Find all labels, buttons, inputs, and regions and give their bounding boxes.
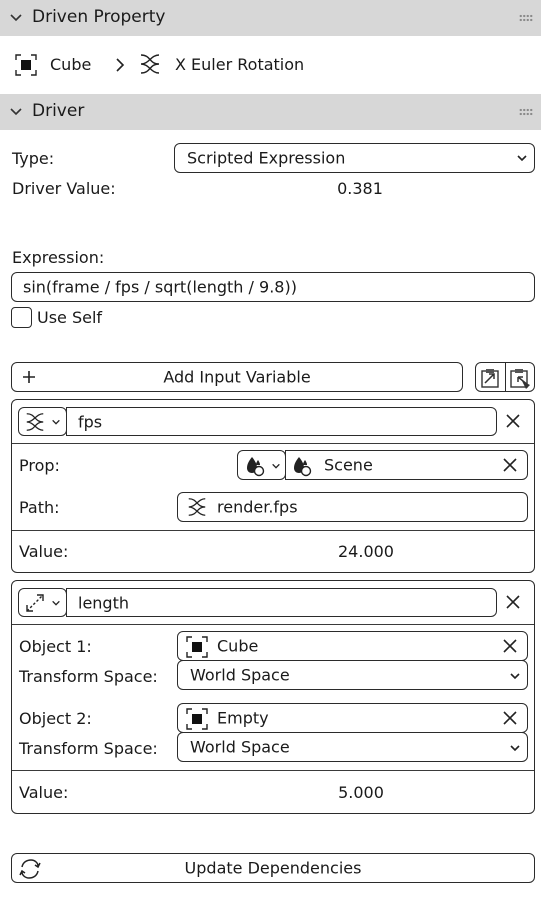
type-label: Type: (12, 149, 55, 168)
close-icon[interactable] (506, 595, 520, 609)
object-cube-icon (186, 636, 208, 658)
driver-type-select[interactable]: Scripted Expression (174, 143, 535, 173)
object2-field[interactable]: Empty (177, 703, 528, 733)
id-type-select[interactable] (237, 450, 286, 480)
scene-icon (244, 455, 266, 477)
driver-curve-icon (186, 496, 208, 518)
path-label: Path: (19, 498, 60, 517)
object2-label: Object 2: (19, 709, 92, 728)
path-value: render.fps (217, 497, 298, 517)
divider (12, 530, 534, 531)
prop-id-value: Scene (324, 455, 373, 475)
object-cube-icon (15, 54, 37, 76)
use-self-checkbox[interactable] (11, 307, 32, 328)
panel-title: Driven Property (32, 7, 166, 27)
variable-type-select[interactable] (18, 588, 67, 617)
driver-panel-header[interactable]: Driver (0, 94, 541, 130)
use-self-label: Use Self (37, 308, 103, 327)
transform-space-value: World Space (190, 737, 290, 757)
close-icon[interactable] (506, 414, 520, 428)
copy-paste-group (475, 362, 535, 392)
transform-space-select[interactable]: World Space (177, 660, 528, 690)
driver-curve-icon (24, 411, 46, 433)
chevron-down-icon (271, 461, 281, 471)
chevron-down-icon (509, 670, 521, 682)
variable-value: 5.000 (338, 783, 384, 802)
driven-property-panel-header[interactable]: Driven Property (0, 0, 541, 36)
variable-name: length (78, 593, 129, 612)
object2-value: Empty (217, 708, 269, 728)
divider (12, 770, 534, 771)
panel-title: Driver (32, 101, 85, 121)
driver-value: 0.381 (337, 179, 383, 198)
close-icon[interactable] (503, 458, 517, 472)
variable-type-select[interactable] (18, 407, 67, 436)
expression-text: sin(frame / fps / sqrt(length / 9.8)) (23, 277, 297, 297)
update-dependencies-label: Update Dependencies (184, 858, 362, 878)
close-icon[interactable] (503, 711, 517, 725)
value-label: Value: (19, 542, 69, 561)
object1-field[interactable]: Cube (177, 631, 528, 661)
transform-space-label: Transform Space: (19, 667, 158, 686)
path-input[interactable]: render.fps (177, 492, 528, 522)
chevron-down-icon (8, 10, 24, 26)
chevron-down-icon (516, 152, 528, 164)
driver-curve-icon (139, 52, 161, 76)
add-input-variable-label: Add Input Variable (163, 367, 311, 387)
transform-space-label: Transform Space: (19, 739, 158, 758)
divider (12, 624, 534, 625)
drag-grip-icon[interactable] (519, 14, 533, 22)
object-cube-icon (186, 708, 208, 730)
close-icon[interactable] (503, 639, 517, 653)
variable-value: 24.000 (338, 542, 394, 561)
value-label: Value: (19, 783, 69, 802)
object1-value: Cube (217, 636, 259, 656)
driven-property-name: X Euler Rotation (175, 55, 305, 74)
prop-label: Prop: (19, 456, 60, 475)
chevron-down-icon (51, 417, 61, 427)
driven-object-name: Cube (50, 55, 92, 74)
chevron-down-icon (51, 598, 61, 608)
driver-type-value: Scripted Expression (187, 148, 346, 168)
divider (12, 443, 534, 444)
variable-name-input[interactable]: length (66, 588, 497, 617)
expression-label: Expression: (12, 248, 105, 267)
variable-name-input[interactable]: fps (66, 407, 497, 436)
chevron-down-icon (509, 742, 521, 754)
update-dependencies-button[interactable]: Update Dependencies (11, 853, 535, 883)
variable-name: fps (78, 412, 103, 431)
transform-space-value: World Space (190, 665, 290, 685)
object1-label: Object 1: (19, 637, 92, 656)
chevron-right-icon (113, 56, 127, 74)
prop-id-field[interactable]: Scene (285, 450, 528, 480)
distance-variable-icon (24, 592, 46, 614)
add-input-variable-button[interactable]: Add Input Variable (11, 362, 463, 392)
transform-space-select[interactable]: World Space (177, 732, 528, 762)
drag-grip-icon[interactable] (519, 108, 533, 116)
scene-icon (291, 455, 313, 477)
expression-input[interactable]: sin(frame / fps / sqrt(length / 9.8)) (11, 272, 535, 302)
copy-driver-icon[interactable] (476, 363, 506, 391)
driver-value-label: Driver Value: (12, 179, 116, 198)
paste-driver-icon[interactable] (506, 363, 534, 391)
chevron-down-icon (8, 104, 24, 120)
